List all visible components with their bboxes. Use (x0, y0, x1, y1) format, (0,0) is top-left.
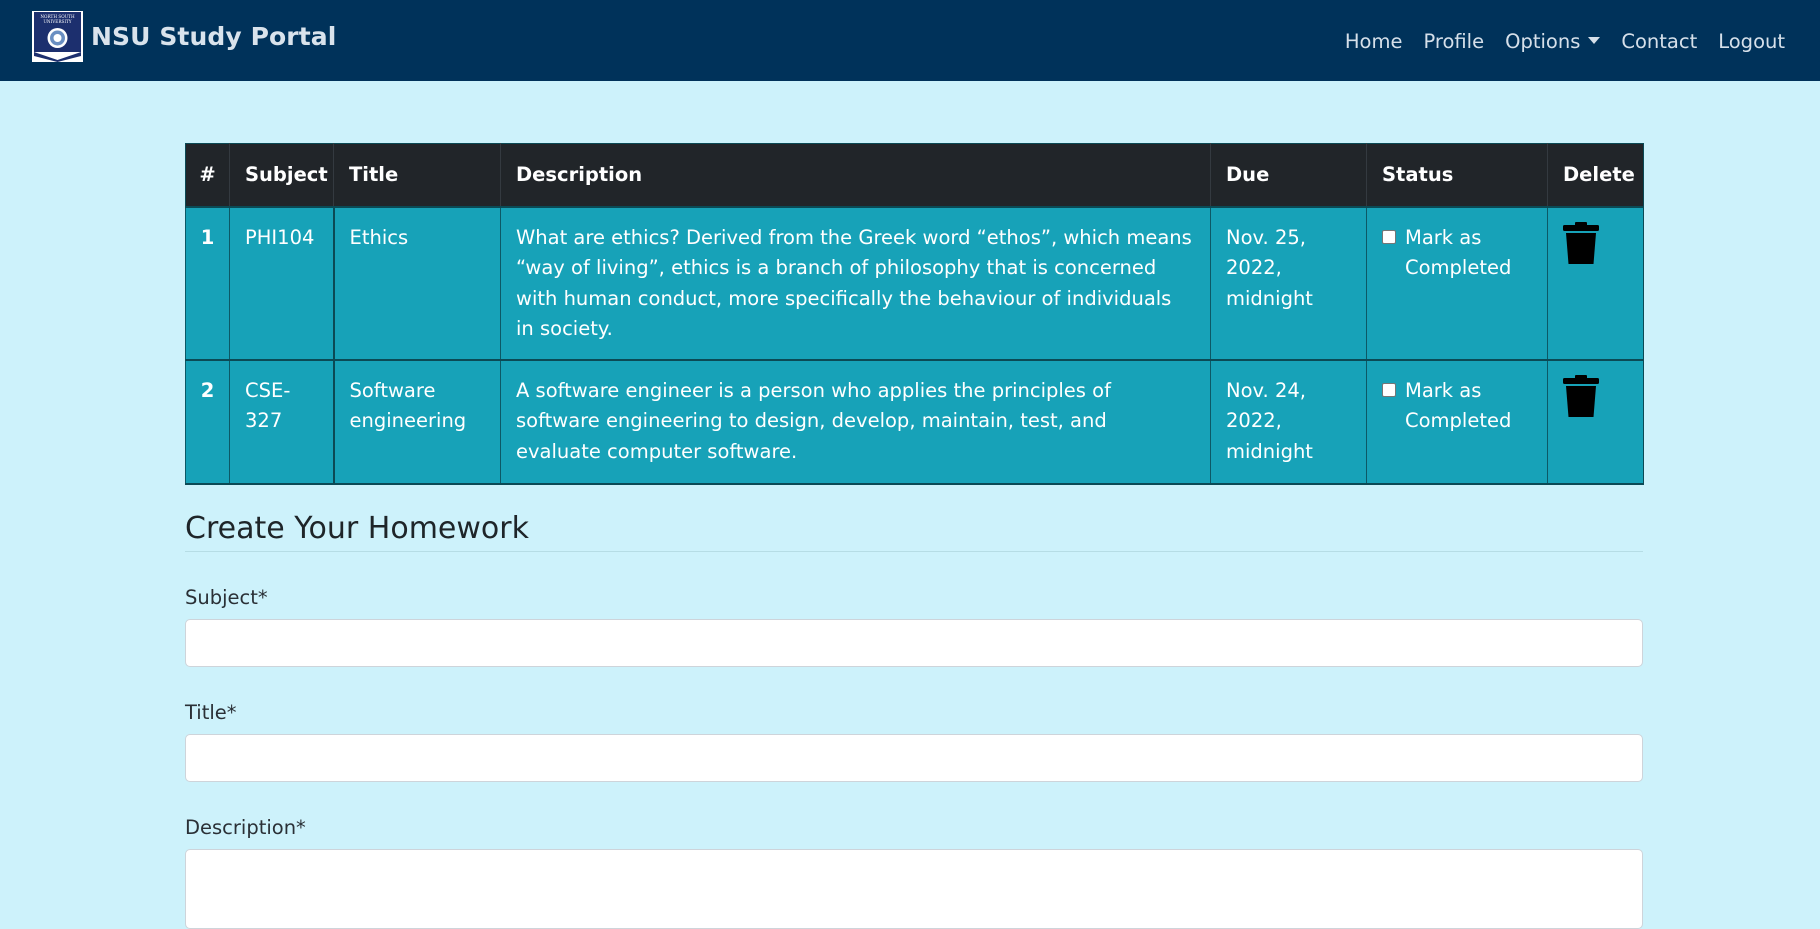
description-group: Description* (185, 816, 1643, 929)
header-number: # (185, 143, 230, 207)
row-delete (1547, 205, 1644, 360)
row-title: Ethics (333, 205, 501, 360)
row-subject: PHI104 (229, 205, 335, 360)
row-description: What are ethics? Derived from the Greek … (500, 205, 1211, 360)
form-heading: Create Your Homework (185, 511, 1643, 552)
header-title: Title (333, 143, 501, 207)
row-number: 1 (185, 205, 230, 360)
row-delete (1547, 358, 1644, 485)
university-logo: NORTH SOUTH UNIVERSITY (32, 10, 83, 62)
brand[interactable]: NORTH SOUTH UNIVERSITY NSU Study Portal (32, 10, 336, 62)
trash-icon[interactable] (1563, 221, 1599, 264)
header-delete: Delete (1547, 143, 1644, 207)
title-input[interactable] (185, 733, 1643, 782)
header-description: Description (500, 143, 1211, 207)
brand-name[interactable]: NSU Study Portal (91, 22, 336, 51)
subject-input[interactable] (185, 618, 1643, 667)
row-status: Mark as Completed (1366, 358, 1548, 485)
caret-down-icon (1588, 37, 1601, 44)
nav-profile[interactable]: Profile (1423, 30, 1484, 53)
mark-completed-label[interactable]: Mark as Completed (1405, 376, 1532, 437)
title-group: Title* (185, 701, 1643, 782)
subject-label: Subject* (185, 585, 268, 609)
row-subject: CSE-327 (229, 358, 335, 485)
table-row: 2 CSE-327 Software engineering A softwar… (185, 358, 1644, 485)
svg-text:UNIVERSITY: UNIVERSITY (43, 19, 71, 24)
mark-completed-control: Mark as Completed (1382, 376, 1532, 437)
top-navbar: NORTH SOUTH UNIVERSITY NSU Study Portal … (0, 0, 1820, 81)
row-due: Nov. 24, 2022, midnight (1210, 358, 1367, 485)
nav-options-label: Options (1505, 30, 1581, 53)
homework-table: # Subject Title Description Due Status D… (185, 143, 1644, 485)
description-textarea[interactable] (185, 848, 1643, 929)
nav-home[interactable]: Home (1345, 30, 1403, 53)
header-status: Status (1366, 143, 1548, 207)
nav-menu: Home Profile Options Contact Logout (1324, 30, 1785, 53)
table-header-row: # Subject Title Description Due Status D… (185, 143, 1644, 207)
row-number: 2 (185, 358, 230, 485)
row-due: Nov. 25, 2022, midnight (1210, 205, 1367, 360)
header-subject: Subject (229, 143, 334, 207)
title-label: Title* (185, 700, 237, 724)
row-title: Software engineering (333, 358, 501, 485)
subject-group: Subject* (185, 586, 1643, 667)
nav-logout[interactable]: Logout (1718, 30, 1785, 53)
mark-completed-checkbox[interactable] (1382, 382, 1396, 397)
mark-completed-checkbox[interactable] (1382, 229, 1396, 244)
mark-completed-control: Mark as Completed (1382, 223, 1532, 284)
nav-contact[interactable]: Contact (1621, 30, 1697, 53)
description-label: Description* (185, 815, 306, 839)
nav-options-dropdown[interactable]: Options (1505, 30, 1601, 53)
row-status: Mark as Completed (1366, 205, 1548, 360)
trash-icon[interactable] (1563, 374, 1599, 417)
header-due: Due (1210, 143, 1367, 207)
mark-completed-label[interactable]: Mark as Completed (1405, 223, 1532, 284)
row-description: A software engineer is a person who appl… (500, 358, 1211, 485)
table-row: 1 PHI104 Ethics What are ethics? Derived… (185, 205, 1644, 360)
main-container: # Subject Title Description Due Status D… (185, 143, 1644, 929)
